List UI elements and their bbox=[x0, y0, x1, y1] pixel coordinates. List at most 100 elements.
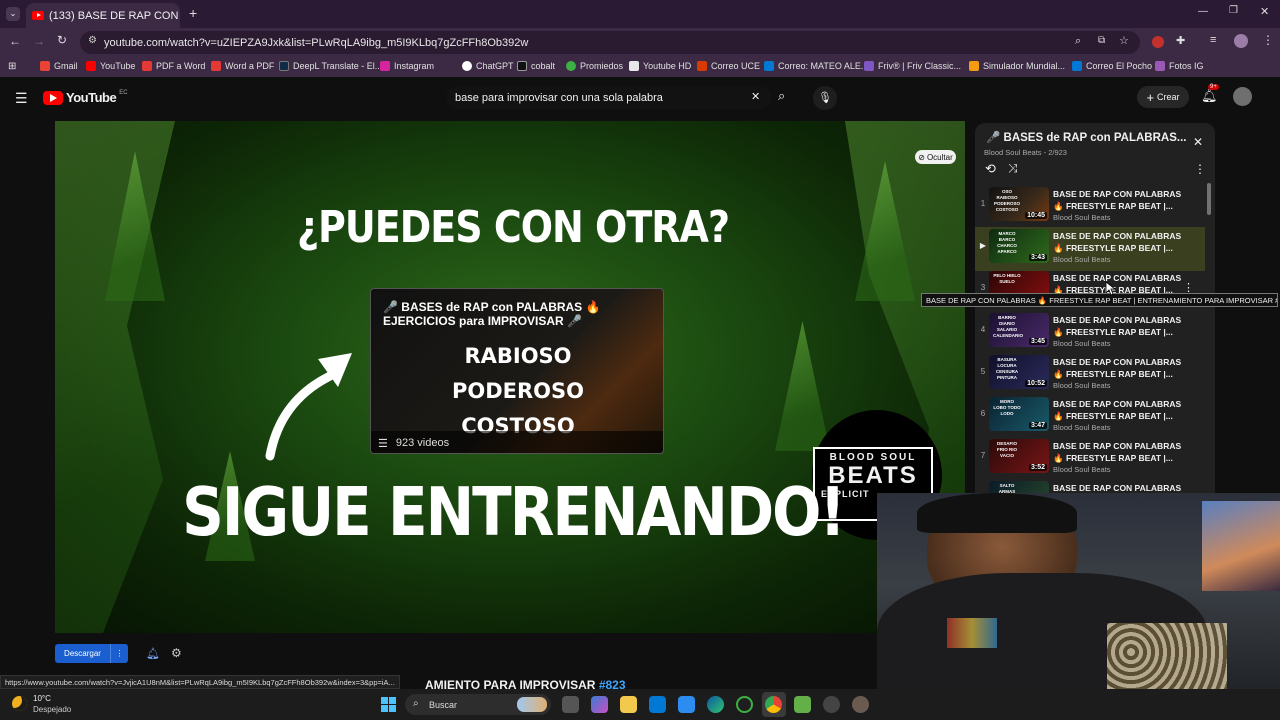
cobalt-icon bbox=[517, 61, 527, 71]
playlist-item-current[interactable]: ▶ MARCO BARCO CHARCO APARCO 3:43 BASE DE… bbox=[975, 229, 1207, 271]
bookmark-pdf-to-word[interactable]: PDF a Word bbox=[142, 61, 205, 71]
forward-arrow-icon[interactable]: → bbox=[33, 34, 45, 48]
outlook-icon bbox=[1072, 61, 1082, 71]
bookmark-fotos-ig[interactable]: Fotos IG bbox=[1155, 61, 1204, 71]
bookmark-simulador[interactable]: Simulador Mundial... bbox=[969, 61, 1065, 71]
gmail-icon bbox=[40, 61, 50, 71]
youtube-logo[interactable]: YouTube EC bbox=[43, 90, 128, 105]
account-avatar[interactable] bbox=[1233, 87, 1252, 106]
webcam-background-poster bbox=[1202, 501, 1280, 591]
chrome-menu-icon[interactable]: ⋮ bbox=[1262, 33, 1274, 47]
minimize-window-button[interactable]: — bbox=[1198, 6, 1208, 17]
minecraft-icon[interactable] bbox=[794, 696, 811, 713]
chatgpt-icon bbox=[462, 61, 472, 71]
search-input[interactable]: base para improvisar con una sola palabr… bbox=[446, 86, 772, 109]
webcam-person-hair bbox=[917, 493, 1077, 533]
youtube-icon bbox=[86, 61, 96, 71]
app-avatar-icon[interactable] bbox=[852, 696, 869, 713]
outlook-icon[interactable] bbox=[649, 696, 666, 713]
edge-icon[interactable] bbox=[707, 696, 724, 713]
profile-avatar[interactable] bbox=[1234, 34, 1248, 48]
apps-grid-icon[interactable]: ⊞ bbox=[8, 61, 16, 72]
youtube-hd-icon bbox=[629, 61, 639, 71]
upwork-icon[interactable] bbox=[736, 696, 753, 713]
bookmark-chatgpt[interactable]: ChatGPT bbox=[462, 61, 514, 71]
promiedos-icon bbox=[566, 61, 576, 71]
file-explorer-icon[interactable] bbox=[620, 696, 637, 713]
playlist-item[interactable]: 1 OSO RABIOSO PODEROSO COSTOSO 10:45 BAS… bbox=[975, 187, 1207, 229]
pdf-icon bbox=[211, 61, 221, 71]
hide-endscreen-button[interactable]: ⊘ Ocultar bbox=[915, 150, 956, 164]
bookmark-deepl[interactable]: DeepL Translate - El... bbox=[279, 61, 382, 71]
clear-search-icon[interactable]: ✕ bbox=[751, 90, 760, 103]
crystal-left-decoration bbox=[55, 121, 175, 633]
search-highlight-image bbox=[517, 697, 547, 712]
back-arrow-icon[interactable]: ← bbox=[9, 34, 21, 48]
close-playlist-icon[interactable]: ✕ bbox=[1193, 135, 1203, 149]
playlist-item[interactable]: 6 MORO LOBO TODO LODO 3:47 BASE DE RAP C… bbox=[975, 397, 1207, 439]
restore-window-button[interactable]: ❐ bbox=[1229, 5, 1238, 16]
new-tab-button[interactable]: + bbox=[189, 5, 197, 21]
extensions-puzzle-icon[interactable]: ✚ bbox=[1176, 34, 1185, 47]
bookmark-youtube[interactable]: YouTube bbox=[86, 61, 135, 71]
address-bar[interactable]: ⚙ youtube.com/watch?v=uZIEPZA9Jxk&list=P… bbox=[80, 31, 1140, 54]
zoom-icon[interactable]: ⌕ bbox=[1075, 35, 1081, 48]
bookmark-correo-uce[interactable]: Correo UCE bbox=[697, 61, 760, 71]
reload-icon[interactable]: ↻ bbox=[57, 33, 67, 47]
playlist-item[interactable]: 5 BASURA LOCURA CENSURA PINTURA 10:52 BA… bbox=[975, 355, 1207, 397]
download-button[interactable]: Descargar ⋮ bbox=[55, 644, 128, 663]
playlist-menu-icon[interactable]: ⋮ bbox=[1194, 162, 1206, 176]
video-thumbnail: BASURA LOCURA CENSURA PINTURA 10:52 bbox=[989, 355, 1049, 389]
notifications-bell-icon[interactable]: 🔔︎ bbox=[1201, 88, 1218, 104]
weather-moon-icon[interactable] bbox=[12, 696, 27, 711]
playlist-scrollbar[interactable] bbox=[1207, 183, 1211, 215]
video-thumbnail: BARRIO DIARIO SALARIO CALENDARIO 3:45 bbox=[989, 313, 1049, 347]
video-thumbnail: SALTO ARMAS bbox=[989, 481, 1049, 493]
endscreen-playlist-card[interactable]: 🎤 BASES de RAP con PALABRAS 🔥 EJERCICIOS… bbox=[370, 288, 664, 454]
hamburger-menu-icon[interactable]: ☰ bbox=[15, 90, 28, 107]
bookmark-cobalt[interactable]: cobalt bbox=[517, 61, 555, 71]
bookmark-correo-pocho[interactable]: Correo El Pocho bbox=[1072, 61, 1152, 71]
copilot-icon[interactable] bbox=[591, 696, 608, 713]
friv-icon bbox=[864, 61, 874, 71]
bookmark-youtube-hd[interactable]: Youtube HD bbox=[629, 61, 691, 71]
close-window-button[interactable]: ✕ bbox=[1260, 5, 1269, 18]
bookmark-promiedos[interactable]: Promiedos bbox=[566, 61, 623, 71]
playlist-item[interactable]: SALTO ARMAS BASE DE RAP CON PALABRAS bbox=[975, 481, 1207, 493]
search-query: base para improvisar con una sola palabr… bbox=[455, 91, 663, 104]
site-info-icon[interactable]: ⚙ bbox=[88, 35, 97, 46]
extension-red-icon[interactable] bbox=[1152, 36, 1164, 48]
browser-tab-active[interactable]: (133) BASE DE RAP CON PALAB ✕ bbox=[26, 3, 180, 28]
playlist-item[interactable]: 4 BARRIO DIARIO SALARIO CALENDARIO 3:45 … bbox=[975, 313, 1207, 355]
media-controls-icon[interactable]: ≡ bbox=[1210, 34, 1216, 46]
playlist-item[interactable]: 7 DESAFIO FRIO RIO VACIO 3:52 BASE DE RA… bbox=[975, 439, 1207, 481]
mouse-cursor-icon bbox=[1106, 282, 1116, 296]
notification-extension-icon[interactable]: 🔔︎ bbox=[146, 647, 160, 660]
microsoft-store-icon[interactable] bbox=[678, 696, 695, 713]
endcard-video-count: 923 videos bbox=[395, 437, 450, 449]
bookmark-instagram[interactable]: Instagram bbox=[380, 61, 434, 71]
download-options-icon[interactable]: ⋮ bbox=[110, 644, 128, 663]
windows-start-icon[interactable] bbox=[381, 697, 397, 713]
plus-icon: + bbox=[1146, 89, 1155, 105]
steam-icon[interactable] bbox=[823, 696, 840, 713]
create-button[interactable]: + Crear bbox=[1137, 86, 1189, 108]
install-app-icon[interactable]: ⧉ bbox=[1098, 35, 1105, 46]
bookmark-gmail[interactable]: Gmail bbox=[40, 61, 78, 71]
playlist-item-tooltip: BASE DE RAP CON PALABRAS 🔥 FREESTYLE RAP… bbox=[921, 293, 1278, 307]
bookmark-word-to-pdf[interactable]: Word a PDF bbox=[211, 61, 274, 71]
task-view-icon[interactable] bbox=[562, 696, 579, 713]
bookmark-star-icon[interactable]: ☆ bbox=[1119, 34, 1129, 47]
bookmark-correo-mateo[interactable]: Correo: MATEO ALE... bbox=[764, 61, 868, 71]
shuffle-icon[interactable]: ⤨ bbox=[1008, 161, 1018, 176]
webcam-toys bbox=[947, 618, 997, 648]
loop-icon[interactable]: ⟲ bbox=[985, 161, 996, 177]
windows-search-box[interactable]: ⌕ Buscar bbox=[405, 694, 551, 715]
search-icon[interactable]: ⌕ bbox=[778, 88, 785, 104]
chrome-icon[interactable] bbox=[765, 696, 782, 713]
tab-search-button[interactable]: ⌄ bbox=[6, 7, 20, 21]
voice-search-mic-icon[interactable]: 🎙︎ bbox=[813, 86, 837, 110]
settings-gear-icon[interactable]: ⚙ bbox=[171, 646, 182, 660]
playlist-title[interactable]: 🎤 BASES de RAP con PALABRAS... bbox=[986, 130, 1186, 144]
bookmark-friv[interactable]: Friv® | Friv Classic... bbox=[864, 61, 961, 71]
